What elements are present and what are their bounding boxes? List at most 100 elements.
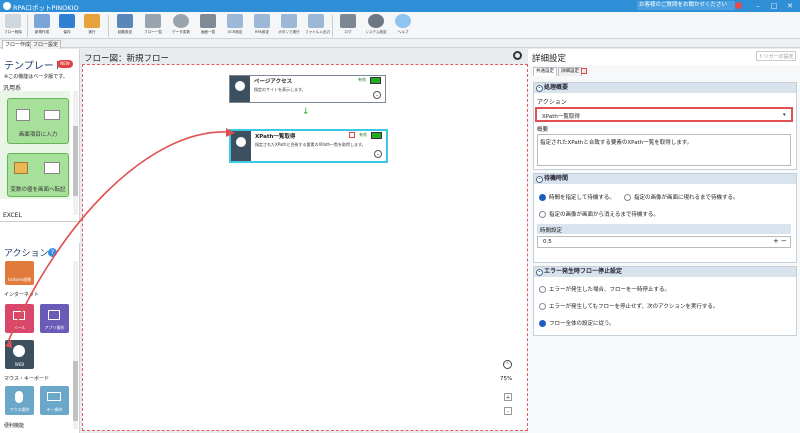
- toolbar: フロー削除 新規作成 保存 実行 起動設定 フロー一覧 データ変数 画面一覧 O…: [0, 12, 800, 39]
- wait-radio-appear[interactable]: [624, 194, 631, 201]
- action-mouse[interactable]: マウス操作: [5, 386, 34, 415]
- flow-delete-button[interactable]: フロー削除: [2, 14, 24, 38]
- list-icon: [145, 14, 161, 28]
- flow-node-page-access[interactable]: ページアクセス 指定のサイトを表示します。 有効 ⌄: [229, 75, 386, 103]
- action-web[interactable]: WEB: [5, 340, 34, 369]
- template-scrollbar[interactable]: [73, 91, 78, 215]
- box-icon: [14, 162, 28, 174]
- excel-area: [0, 221, 80, 243]
- template-tile-input[interactable]: 画面項目に入力: [7, 98, 69, 144]
- template-title: テンプレート: [4, 61, 64, 72]
- mail-icon: [254, 14, 270, 28]
- mode-tab-row: フロー作成 フロー設定: [0, 39, 800, 49]
- action-key[interactable]: キー操作: [40, 386, 69, 415]
- detail-header: 詳細設定 トリガーの設定: [528, 49, 800, 65]
- run-icon: [84, 14, 100, 28]
- expand-icon[interactable]: ⌄: [373, 91, 381, 99]
- system-settings-button[interactable]: システム設定: [365, 14, 387, 38]
- help-button[interactable]: ヘルプ: [392, 14, 414, 38]
- wait-section-header[interactable]: ⌃ 待機時間: [534, 174, 796, 184]
- zoom-in-button[interactable]: +: [504, 393, 512, 401]
- inquiry-input[interactable]: お客様のご質問をお聞かせください: [637, 1, 735, 10]
- mail-icon: [13, 311, 25, 320]
- summary-field[interactable]: 指定されたXPathと合致する要素のXPath一覧を取得します。: [537, 134, 791, 166]
- ocr-settings-button[interactable]: OCR設定: [224, 14, 246, 38]
- file-io-button[interactable]: ファイル入出力: [305, 14, 330, 38]
- tab-flow-create[interactable]: フロー作成: [2, 40, 34, 49]
- trigger-settings-button[interactable]: トリガーの設定: [756, 51, 796, 61]
- error-radio-continue[interactable]: [539, 303, 546, 310]
- category-mouse: マウス・キーボード: [4, 376, 50, 382]
- category-util: 便利機能: [4, 423, 25, 429]
- log-icon: [340, 14, 356, 28]
- app-logo-icon: [3, 2, 11, 10]
- zoom-up-icon[interactable]: ⌃: [503, 360, 512, 369]
- flow-delete-icon: [5, 14, 21, 28]
- button-run-button[interactable]: ボタンで実行: [278, 14, 300, 38]
- enable-toggle[interactable]: [370, 77, 381, 84]
- keyboard-icon: [44, 110, 60, 120]
- screen-icon: [44, 162, 60, 174]
- action-title: アクション: [4, 249, 49, 259]
- tab-common[interactable]: 共通設定: [533, 67, 557, 76]
- action-kintone[interactable]: kintone連携: [5, 261, 34, 285]
- time-input[interactable]: 0.5 + −: [537, 236, 791, 248]
- decrement-button[interactable]: −: [781, 237, 787, 245]
- flow-canvas[interactable]: ページアクセス 指定のサイトを表示します。 有効 ⌄ ↓ XPath一覧取得 指…: [82, 64, 528, 431]
- detail-panel: 共通設定 詳細設定 ! ⌃ 処理概要 アクション XPath一覧取得 ▾ 概要 指…: [528, 65, 800, 433]
- category-excel: EXCEL: [3, 212, 22, 219]
- data-variable-button[interactable]: データ変数: [170, 14, 192, 38]
- tab-flow-settings[interactable]: フロー設定: [30, 40, 62, 49]
- calendar-icon: [117, 14, 133, 28]
- run-button[interactable]: 実行: [81, 14, 103, 38]
- log-button[interactable]: ログ: [337, 14, 359, 38]
- file-io-icon: [308, 14, 324, 28]
- error-radio-pause[interactable]: [539, 286, 546, 293]
- wait-radio-time[interactable]: [539, 194, 546, 201]
- template-tile-transfer[interactable]: 変数の値を画面へ転記: [7, 153, 69, 197]
- error-radio-follow[interactable]: [539, 320, 546, 327]
- left-panel: テンプレート NEW ※この機能はベータ版です。 汎用系 画面項目に入力 変数の…: [0, 49, 80, 433]
- flow-node-xpath[interactable]: XPath一覧取得 指定されたXPathと合致する要素のXPath一覧を取得しま…: [229, 129, 388, 163]
- wait-radio-disappear[interactable]: [539, 211, 546, 218]
- category-internet: インターネット: [4, 292, 40, 298]
- zoom-out-button[interactable]: -: [504, 407, 512, 415]
- action-scrollbar[interactable]: [73, 261, 78, 429]
- maximize-button[interactable]: □: [766, 1, 782, 11]
- tab-detail[interactable]: 詳細設定: [558, 67, 582, 76]
- help-icon[interactable]: ?: [48, 248, 57, 257]
- rpa-settings-button[interactable]: RPA設定: [251, 14, 273, 38]
- process-section-header[interactable]: ⌃ 処理概要: [534, 83, 796, 93]
- close-button[interactable]: ✕: [782, 1, 798, 11]
- flow-header: フロー図：新規フロー: [80, 49, 528, 64]
- info-icon: [349, 132, 355, 138]
- globe-icon: [13, 345, 25, 357]
- dropdown-arrow-icon: ▾: [783, 112, 786, 118]
- summary-label: 概要: [537, 127, 549, 133]
- button-icon: [281, 14, 297, 28]
- title-bar: RPAロボットPINOKIO お客様のご質問をお聞かせください – □ ✕: [0, 0, 800, 12]
- action-app[interactable]: アプリ操作: [40, 304, 69, 333]
- startup-settings-button[interactable]: 起動設定: [114, 14, 136, 38]
- collapse-icon: ⌃: [536, 176, 543, 183]
- speech-icon[interactable]: [735, 2, 742, 9]
- app-title: RPAロボットPINOKIO: [13, 4, 79, 12]
- action-mail[interactable]: メール: [5, 304, 34, 333]
- screen-list-button[interactable]: 画面一覧: [197, 14, 219, 38]
- minimize-button[interactable]: –: [750, 1, 766, 11]
- action-select[interactable]: XPath一覧取得 ▾: [535, 107, 793, 122]
- screen-icon: [16, 109, 30, 121]
- save-button[interactable]: 保存: [56, 14, 78, 38]
- search-icon[interactable]: [513, 51, 522, 60]
- increment-button[interactable]: +: [773, 237, 779, 245]
- help-icon: [395, 14, 411, 28]
- new-button[interactable]: 新規作成: [31, 14, 53, 38]
- new-file-icon: [34, 14, 50, 28]
- time-settings-header: 時間設定: [537, 224, 791, 234]
- database-icon: [173, 14, 189, 28]
- expand-icon[interactable]: ⌄: [374, 150, 382, 158]
- flow-list-button[interactable]: フロー一覧: [142, 14, 164, 38]
- collapse-icon: ⌃: [536, 269, 543, 276]
- error-section-header[interactable]: ⌃ エラー発生時フロー停止設定: [534, 267, 796, 277]
- enable-toggle[interactable]: [371, 132, 382, 139]
